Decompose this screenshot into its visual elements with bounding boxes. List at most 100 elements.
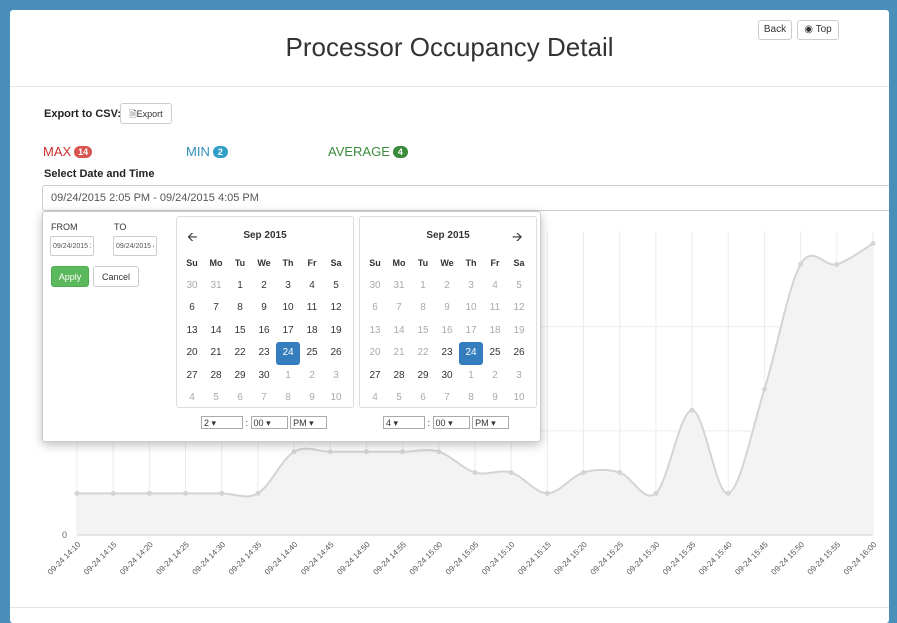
data-point[interactable]	[74, 490, 80, 496]
left-calendar-day-cell[interactable]: 25	[300, 342, 324, 365]
right-calendar-day-cell[interactable]: 8	[411, 297, 435, 320]
right-calendar-day-cell[interactable]: 9	[483, 387, 507, 410]
data-point[interactable]	[400, 449, 406, 455]
top-button[interactable]: ◉ Top	[797, 20, 839, 40]
apply-button[interactable]: Apply	[51, 266, 89, 287]
left-calendar-day-cell[interactable]: 17	[276, 320, 300, 343]
right-ampm-select[interactable]: PM ▾	[472, 416, 510, 429]
data-point[interactable]	[110, 490, 116, 496]
right-calendar-day-cell[interactable]: 6	[411, 387, 435, 410]
data-point[interactable]	[183, 490, 189, 496]
left-calendar-day-cell[interactable]: 31	[204, 275, 228, 298]
data-point[interactable]	[870, 240, 876, 246]
left-hour-select[interactable]: 2 ▾	[201, 416, 243, 429]
data-point[interactable]	[327, 449, 333, 455]
right-calendar-day-cell[interactable]: 2	[483, 365, 507, 388]
data-point[interactable]	[291, 449, 297, 455]
right-calendar-day-cell[interactable]: 25	[483, 342, 507, 365]
left-calendar-day-cell[interactable]: 11	[300, 297, 324, 320]
left-calendar-day-cell[interactable]: 9	[252, 297, 276, 320]
right-calendar-day-cell[interactable]: 26	[507, 342, 531, 365]
right-calendar-day-cell[interactable]: 5	[507, 275, 531, 298]
right-calendar-day-cell[interactable]: 8	[459, 387, 483, 410]
right-calendar-day-cell[interactable]: 23	[435, 342, 459, 365]
data-point[interactable]	[617, 470, 623, 476]
left-calendar-day-cell[interactable]: 29	[228, 365, 252, 388]
right-calendar-day-cell[interactable]: 14	[387, 320, 411, 343]
data-point[interactable]	[581, 470, 587, 476]
data-point[interactable]	[544, 490, 550, 496]
back-button[interactable]: Back	[758, 20, 792, 40]
left-calendar-day-cell[interactable]: 14	[204, 320, 228, 343]
left-calendar-day-cell[interactable]: 28	[204, 365, 228, 388]
data-point[interactable]	[472, 470, 478, 476]
right-calendar-day-cell[interactable]: 30	[363, 275, 387, 298]
data-point[interactable]	[725, 490, 731, 496]
left-calendar-day-cell[interactable]: 26	[324, 342, 348, 365]
left-calendar-day-cell[interactable]: 12	[324, 297, 348, 320]
left-calendar-day-cell[interactable]: 6	[228, 387, 252, 410]
left-calendar-day-cell[interactable]: 5	[324, 275, 348, 298]
left-calendar-day-cell[interactable]: 2	[300, 365, 324, 388]
left-calendar-day-cell[interactable]: 9	[300, 387, 324, 410]
left-minute-select[interactable]: 00 ▾	[250, 416, 288, 429]
right-calendar-day-cell[interactable]: 15	[411, 320, 435, 343]
right-calendar-day-cell[interactable]: 31	[387, 275, 411, 298]
left-calendar-day-cell[interactable]: 7	[252, 387, 276, 410]
left-calendar-day-cell[interactable]: 23	[252, 342, 276, 365]
left-calendar-day-cell[interactable]: 5	[204, 387, 228, 410]
data-point[interactable]	[653, 490, 659, 496]
right-calendar-day-cell[interactable]: 10	[459, 297, 483, 320]
right-hour-select[interactable]: 4 ▾	[383, 416, 425, 429]
data-point[interactable]	[761, 386, 767, 392]
left-calendar-day-cell[interactable]: 16	[252, 320, 276, 343]
right-calendar-day-cell[interactable]: 20	[363, 342, 387, 365]
data-point[interactable]	[146, 490, 152, 496]
right-calendar-day-cell[interactable]: 13	[363, 320, 387, 343]
left-calendar-day-cell[interactable]: 19	[324, 320, 348, 343]
data-point[interactable]	[798, 261, 804, 267]
left-calendar-day-cell[interactable]: 1	[228, 275, 252, 298]
left-calendar-day-cell[interactable]: 4	[300, 275, 324, 298]
right-calendar-day-cell[interactable]: 11	[483, 297, 507, 320]
right-calendar-day-cell[interactable]: 6	[363, 297, 387, 320]
data-point[interactable]	[363, 449, 369, 455]
left-calendar-day-cell[interactable]: 10	[276, 297, 300, 320]
left-calendar-day-cell[interactable]: 10	[324, 387, 348, 410]
right-calendar-day-cell[interactable]: 12	[507, 297, 531, 320]
right-calendar-day-cell[interactable]: 27	[363, 365, 387, 388]
right-calendar-day-cell[interactable]: 4	[483, 275, 507, 298]
data-point[interactable]	[689, 407, 695, 413]
left-calendar-day-cell[interactable]: 15	[228, 320, 252, 343]
data-point[interactable]	[255, 490, 261, 496]
left-calendar-day-cell[interactable]: 2	[252, 275, 276, 298]
left-calendar-day-cell[interactable]: 3	[324, 365, 348, 388]
left-calendar-day-cell[interactable]: 20	[180, 342, 204, 365]
right-calendar-day-cell[interactable]: 5	[387, 387, 411, 410]
data-point[interactable]	[219, 490, 225, 496]
right-minute-select[interactable]: 00 ▾	[432, 416, 470, 429]
right-calendar-day-cell[interactable]: 9	[435, 297, 459, 320]
right-calendar-day-cell[interactable]: 7	[387, 297, 411, 320]
date-range-input[interactable]	[42, 185, 889, 211]
left-calendar-day-cell[interactable]: 30	[252, 365, 276, 388]
left-calendar-day-cell[interactable]: 30	[180, 275, 204, 298]
left-calendar-day-cell[interactable]: 8	[228, 297, 252, 320]
data-point[interactable]	[436, 449, 442, 455]
left-calendar-day-cell[interactable]: 27	[180, 365, 204, 388]
export-button[interactable]: 🗎Export	[120, 103, 172, 124]
right-calendar-day-cell[interactable]: 18	[483, 320, 507, 343]
data-point[interactable]	[834, 261, 840, 267]
left-calendar-day-cell[interactable]: 24	[276, 342, 300, 365]
cancel-button[interactable]: Cancel	[93, 266, 139, 287]
data-point[interactable]	[508, 470, 514, 476]
left-calendar-day-cell[interactable]: 21	[204, 342, 228, 365]
right-calendar-day-cell[interactable]: 10	[507, 387, 531, 410]
left-ampm-select[interactable]: PM ▾	[290, 416, 328, 429]
right-calendar-day-cell[interactable]: 24	[459, 342, 483, 365]
left-calendar-day-cell[interactable]: 4	[180, 387, 204, 410]
left-calendar-day-cell[interactable]: 6	[180, 297, 204, 320]
right-calendar-day-cell[interactable]: 22	[411, 342, 435, 365]
left-calendar-day-cell[interactable]: 8	[276, 387, 300, 410]
left-calendar-day-cell[interactable]: 7	[204, 297, 228, 320]
